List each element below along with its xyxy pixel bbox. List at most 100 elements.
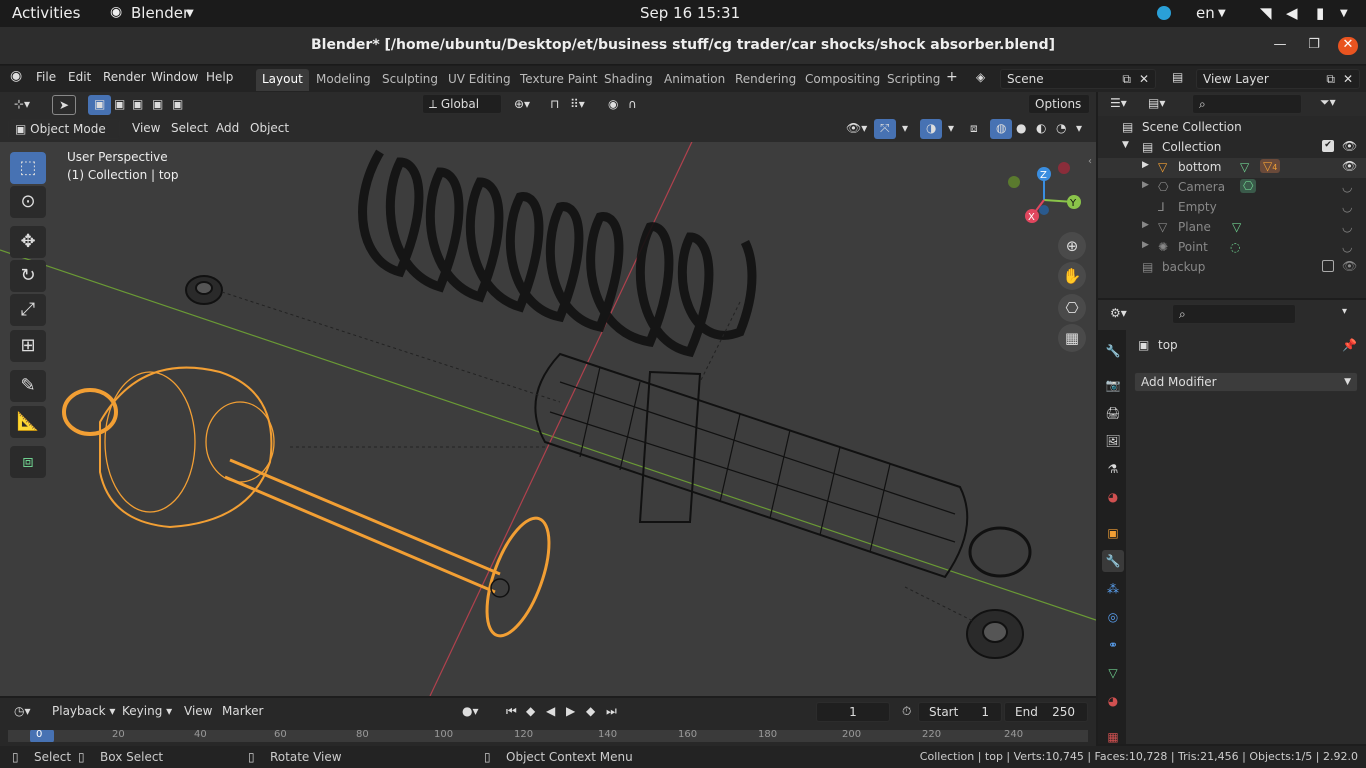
end-frame-field[interactable]: End 250 [1004, 702, 1088, 722]
3d-viewport[interactable]: User Perspective (1) Collection | top Z … [0, 142, 1096, 696]
telegram-icon[interactable] [1157, 6, 1171, 20]
overlays-toggle-icon[interactable]: ◑ [920, 119, 943, 139]
options-dropdown[interactable]: Options [1028, 94, 1090, 114]
viewport-canvas[interactable] [0, 142, 1096, 696]
editor-type-icon[interactable]: ◷▾ [8, 702, 37, 722]
menu-keying[interactable]: Keying ▾ [116, 702, 178, 722]
menu-select[interactable]: Select [165, 119, 214, 139]
editor-type-icon[interactable]: ⚙▾ [1110, 306, 1127, 320]
scale-tool-icon[interactable]: ⤢ [10, 294, 46, 326]
clock[interactable]: Sep 16 15:31 [640, 4, 740, 22]
maximize-icon[interactable]: ❐ [1304, 37, 1324, 55]
pin-icon[interactable]: 📌 [1342, 338, 1357, 352]
eye-closed-icon[interactable]: ◡ [1342, 220, 1352, 234]
selected-rod-mesh[interactable] [62, 366, 562, 644]
display-mode-icon[interactable]: ▤▾ [1148, 96, 1165, 110]
select-mode-intersect-icon[interactable]: ▣ [166, 95, 189, 115]
measure-tool-icon[interactable]: 📐 [10, 406, 46, 438]
chevron-down-icon[interactable]: ▼ [1340, 8, 1348, 19]
volume-icon[interactable]: ◀ [1286, 4, 1298, 22]
menu-window[interactable]: Window [151, 70, 198, 84]
camera-view-icon[interactable]: ⎔ [1058, 294, 1086, 322]
transform-tool-icon[interactable]: ⊞ [10, 330, 46, 362]
add-workspace-icon[interactable]: + [946, 69, 958, 85]
frame-ruler[interactable]: 0 20 40 60 80 100 120 140 160 180 200 22… [8, 730, 1088, 742]
view-layer-tab-icon[interactable]: 🖼 [1102, 430, 1124, 452]
snap-target-icon[interactable]: ⠿▾ [564, 95, 591, 115]
list-item[interactable]: ▶ ▽ Plane ▽ ◡ [1098, 218, 1366, 238]
tab-layout[interactable]: Layout [256, 69, 309, 91]
particles-tab-icon[interactable]: ⁂ [1102, 578, 1124, 600]
list-item[interactable]: ▼ ▤ Collection ✔ 👁 [1098, 138, 1366, 158]
eye-icon[interactable]: 👁 [1342, 259, 1357, 273]
shock-body-mesh[interactable] [534, 352, 1032, 579]
pan-hand-icon[interactable]: ✋ [1058, 262, 1086, 290]
visibility-icon[interactable]: 👁▾ [840, 119, 873, 139]
play-reverse-icon[interactable]: ◀ [540, 702, 561, 722]
menu-file[interactable]: File [36, 70, 56, 84]
chevron-right-icon[interactable]: ▶ [1142, 180, 1149, 190]
next-keyframe-icon[interactable]: ◆ [580, 702, 601, 722]
jump-end-icon[interactable]: ⏭ [600, 702, 623, 722]
tab-sculpting[interactable]: Sculpting [376, 69, 444, 91]
eye-icon[interactable]: 👁 [1342, 159, 1357, 173]
chevron-down-icon[interactable]: ▾ [1342, 306, 1347, 317]
properties-search-input[interactable]: ⌕ [1172, 304, 1296, 324]
editor-type-icon[interactable]: ⊹▾ [8, 95, 36, 115]
eye-icon[interactable]: 👁 [1342, 139, 1357, 153]
start-frame-field[interactable]: Start 1 [918, 702, 1002, 722]
xray-toggle-icon[interactable]: ⧈ [964, 119, 984, 139]
copy-icon[interactable]: ⧉ [1326, 72, 1335, 87]
list-item[interactable]: ▤ backup 👁 [1098, 258, 1366, 278]
close-icon[interactable]: ✕ [1343, 72, 1353, 86]
record-icon[interactable]: ●▾ [456, 702, 485, 722]
list-item[interactable]: ▶ ⎔ Camera ⎔ ◡ [1098, 178, 1366, 198]
filter-icon[interactable]: ⏷▾ [1320, 95, 1336, 110]
spring-mesh[interactable] [358, 149, 757, 358]
tool-tab-icon[interactable]: 🔧 [1102, 340, 1124, 362]
copy-icon[interactable]: ⧉ [1122, 72, 1131, 87]
transform-orientation-dropdown[interactable]: ⟂ Global [422, 94, 502, 114]
tab-animation[interactable]: Animation [658, 69, 731, 91]
checkbox-icon[interactable]: ✔ [1322, 140, 1334, 152]
menu-add[interactable]: Add [210, 119, 245, 139]
stopwatch-icon[interactable]: ⏱ [896, 702, 917, 722]
chevron-right-icon[interactable]: ▶ [1142, 240, 1149, 250]
view-layer-selector[interactable]: View Layer ⧉ ✕ [1196, 69, 1360, 89]
checkbox-icon[interactable] [1322, 260, 1334, 272]
snap-icon[interactable]: ⊓ [544, 95, 565, 115]
sidebar-toggle-icon[interactable]: ‹ [1088, 156, 1092, 167]
play-icon[interactable]: ▶ [560, 702, 581, 722]
view-layer-icon[interactable]: ▤ [1172, 70, 1183, 84]
menu-edit[interactable]: Edit [68, 70, 91, 84]
annotate-tool-icon[interactable]: ✎ [10, 370, 46, 402]
chevron-down-icon[interactable]: ▾ [942, 119, 960, 139]
scene-tab-icon[interactable]: ⚗ [1102, 458, 1124, 480]
wifi-icon[interactable]: ◥ [1260, 4, 1272, 22]
gizmo-toggle-icon[interactable]: ⤧ [874, 119, 896, 139]
editor-type-icon[interactable]: ☰▾ [1110, 96, 1127, 110]
close-icon[interactable]: ✕ [1338, 37, 1358, 55]
material-tab-icon[interactable]: ◕ [1102, 690, 1124, 712]
eye-closed-icon[interactable]: ◡ [1342, 200, 1352, 214]
chevron-right-icon[interactable]: ▶ [1142, 160, 1149, 170]
chevron-down-icon[interactable]: ▼ [1122, 140, 1129, 150]
menu-marker[interactable]: Marker [216, 702, 269, 722]
add-cube-tool-icon[interactable]: ⧈ [10, 446, 46, 478]
scene-icon[interactable]: ◈ [976, 70, 985, 84]
falloff-icon[interactable]: ∩ [622, 95, 643, 115]
minimize-icon[interactable]: — [1270, 37, 1290, 55]
eye-closed-icon[interactable]: ◡ [1342, 180, 1352, 194]
bushing-top-mesh[interactable] [185, 275, 223, 305]
list-item[interactable]: ⅃ Empty ◡ [1098, 198, 1366, 218]
menu-object[interactable]: Object [244, 119, 295, 139]
list-item[interactable]: ▶ ▽ bottom ▽ ▽4 👁 [1098, 158, 1366, 178]
world-tab-icon[interactable]: ◕ [1102, 486, 1124, 508]
physics-tab-icon[interactable]: ◎ [1102, 606, 1124, 628]
list-item[interactable]: ▤ Scene Collection [1098, 118, 1366, 138]
object-tab-icon[interactable]: ▣ [1102, 522, 1124, 544]
move-tool-icon[interactable]: ✥ [10, 226, 46, 258]
mode-dropdown[interactable]: ▣ Object Mode [8, 119, 120, 139]
current-frame-field[interactable]: 1 [816, 702, 890, 722]
app-menu[interactable]: Blender [131, 4, 189, 22]
